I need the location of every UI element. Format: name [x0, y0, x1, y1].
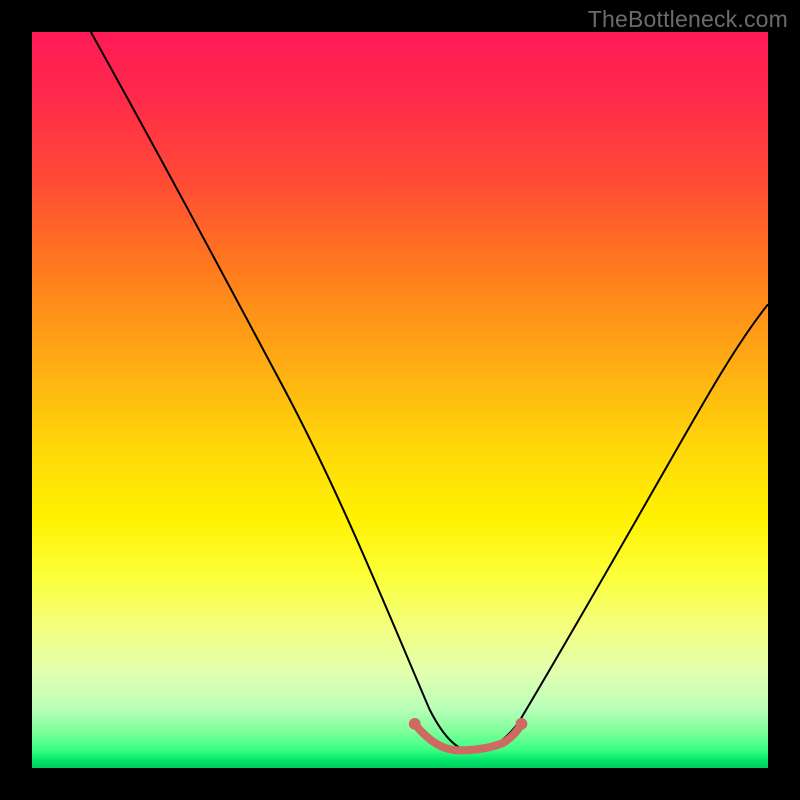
flat-bottom-highlight — [415, 724, 522, 750]
bottleneck-curve — [91, 32, 768, 752]
highlight-dot-left — [409, 718, 421, 730]
plot-area — [32, 32, 768, 768]
highlight-dot-right — [516, 718, 528, 730]
chart-svg — [32, 32, 768, 768]
watermark-text: TheBottleneck.com — [588, 6, 788, 33]
chart-frame: TheBottleneck.com — [0, 0, 800, 800]
